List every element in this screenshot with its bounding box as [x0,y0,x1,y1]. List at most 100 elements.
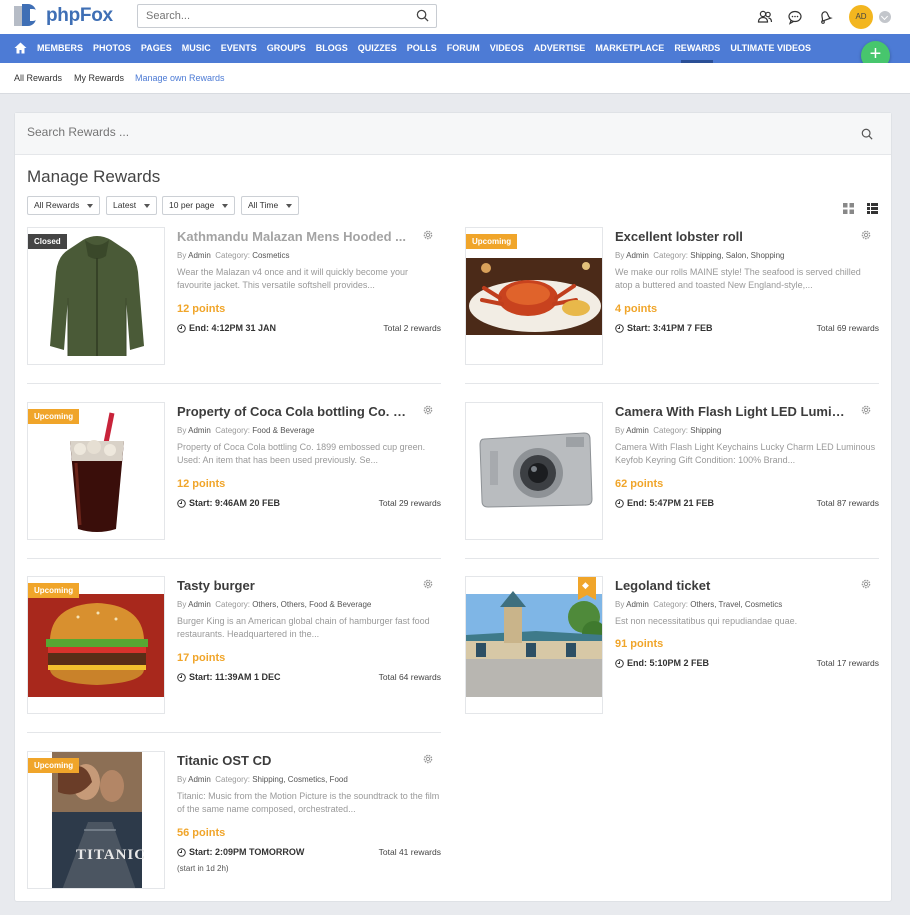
category-links[interactable]: Cosmetics [252,251,289,260]
divider [27,383,441,384]
chat-icon[interactable] [787,9,803,25]
category-links[interactable]: Shipping, Cosmetics, Food [252,775,348,784]
filter-rewards-dropdown[interactable]: All Rewards [27,196,101,215]
nav-item-events[interactable]: EVENTS [216,34,262,63]
author-link[interactable]: Admin [626,251,649,260]
category-links[interactable]: Shipping [690,426,721,435]
reward-points: 12 points [177,303,226,315]
home-icon[interactable] [14,42,27,54]
status-badge: Upcoming [466,234,518,249]
reward-description: Property of Coca Cola bottling Co. 1899 … [177,442,426,465]
gear-icon[interactable] [422,578,434,590]
category-links[interactable]: Others, Others, Food & Beverage [252,600,371,609]
reward-thumbnail[interactable]: Upcoming [27,402,165,540]
avatar[interactable]: AD [849,5,873,29]
reward-item: Upcoming Excellent lobster roll By Admin… [465,227,879,365]
reward-title[interactable]: Camera With Flash Light LED Lumino... [615,404,847,419]
author-link[interactable]: Admin [188,775,211,784]
reward-thumbnail[interactable]: ◆ [465,576,603,714]
reward-countdown: (start in 1d 2h) [177,864,229,873]
clock-icon [615,498,624,508]
nav-item-rewards[interactable]: REWARDS [669,34,725,63]
per-page-dropdown[interactable]: 10 per page [162,196,236,215]
reward-title[interactable]: Titanic OST CD [177,753,409,768]
reward-thumbnail[interactable]: Closed [27,227,165,365]
reward-title[interactable]: Excellent lobster roll [615,229,847,244]
reward-title[interactable]: Property of Coca Cola bottling Co. 1... [177,404,409,419]
divider [27,732,441,733]
global-search[interactable] [137,4,437,28]
friends-icon[interactable] [757,9,773,25]
author-link[interactable]: Admin [626,426,649,435]
nav-item-groups[interactable]: GROUPS [262,34,311,63]
reward-title[interactable]: Legoland ticket [615,578,847,593]
reward-total: Total 17 rewards [816,658,879,668]
gear-icon[interactable] [860,578,872,590]
search-icon[interactable] [416,9,429,22]
gear-icon[interactable] [422,229,434,241]
subnav-my-rewards[interactable]: My Rewards [74,73,124,83]
list-view-icon[interactable] [867,203,878,214]
subnav-manage-own-rewards[interactable]: Manage own Rewards [135,73,225,83]
author-link[interactable]: Admin [188,600,211,609]
reward-item: Upcoming Tasty burger By Admin Category:… [27,576,441,714]
reward-thumbnail[interactable]: Upcoming [27,576,165,714]
reward-points: 4 points [615,303,658,315]
category-links[interactable]: Others, Travel, Cosmetics [690,600,782,609]
nav-item-advertise[interactable]: ADVERTISE [529,34,591,63]
category-links[interactable]: Shipping, Salon, Shopping [690,251,784,260]
reward-title[interactable]: Tasty burger [177,578,409,593]
divider [465,558,879,559]
reward-meta: By Admin Category: Others, Travel, Cosme… [615,600,783,609]
gear-icon[interactable] [422,753,434,765]
nav-item-photos[interactable]: PHOTOS [88,34,136,63]
gear-icon[interactable] [860,404,872,416]
author-link[interactable]: Admin [626,600,649,609]
reward-points: 17 points [177,652,226,664]
nav-item-polls[interactable]: POLLS [402,34,442,63]
reward-time: End: 4:12PM 31 JAN [177,323,276,333]
reward-points: 62 points [615,478,664,490]
time-range-dropdown[interactable]: All Time [241,196,300,215]
page-title: Manage Rewards [27,167,161,186]
grid-view-icon[interactable] [843,203,854,214]
reward-thumbnail[interactable]: Upcoming TITANIC [27,751,165,889]
gear-icon[interactable] [860,229,872,241]
sort-dropdown[interactable]: Latest [106,196,158,215]
gear-icon[interactable] [422,404,434,416]
reward-title[interactable]: Kathmandu Malazan Mens Hooded ... [177,229,409,244]
nav-item-ultimate-videos[interactable]: ULTIMATE VIDEOS [725,34,816,63]
nav-item-members[interactable]: MEMBERS [32,34,88,63]
category-links[interactable]: Food & Beverage [252,426,314,435]
clock-icon [177,498,186,508]
nav-item-forum[interactable]: FORUM [442,34,485,63]
nav-item-pages[interactable]: PAGES [136,34,177,63]
subnav-all-rewards[interactable]: All Rewards [14,73,62,83]
chevron-down-icon[interactable] [879,11,891,23]
global-search-input[interactable] [138,5,398,27]
reward-thumbnail[interactable]: Upcoming [465,227,603,365]
reward-points: 91 points [615,638,664,650]
rewards-subnav: All Rewards My Rewards Manage own Reward… [0,63,910,94]
reward-time: Start: 9:46AM 20 FEB [177,498,280,508]
bell-icon[interactable] [817,9,833,25]
logo-mark-icon [14,4,44,28]
reward-time: Start: 2:09PM TOMORROW [177,847,304,857]
status-badge: Upcoming [28,583,80,598]
author-link[interactable]: Admin [188,251,211,260]
reward-thumbnail[interactable] [465,402,603,540]
search-icon[interactable] [861,128,873,140]
nav-item-marketplace[interactable]: MARKETPLACE [590,34,669,63]
reward-total: Total 87 rewards [816,498,879,508]
rewards-search-bar [15,113,891,155]
reward-description: Camera With Flash Light Keychains Lucky … [615,442,876,465]
reward-meta: By Admin Category: Shipping, Cosmetics, … [177,775,348,784]
author-link[interactable]: Admin [188,426,211,435]
nav-item-music[interactable]: MUSIC [177,34,216,63]
site-logo[interactable]: phpFox [14,4,113,28]
nav-item-quizzes[interactable]: QUIZZES [353,34,402,63]
nav-item-videos[interactable]: VIDEOS [485,34,529,63]
nav-item-blogs[interactable]: BLOGS [311,34,353,63]
rewards-search-input[interactable] [27,125,627,139]
clock-icon [177,672,186,682]
